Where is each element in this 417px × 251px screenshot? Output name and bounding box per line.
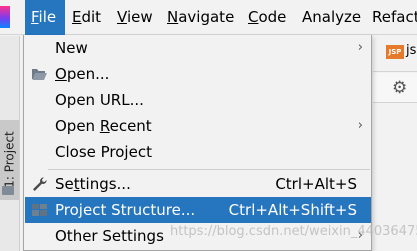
- menu-item-new[interactable]: New ›: [25, 35, 371, 61]
- shortcut-label: Ctrl+Alt+Shift+S: [228, 201, 357, 219]
- wrench-icon: [31, 176, 48, 192]
- menu-item-open-url[interactable]: Open URL...: [25, 87, 371, 113]
- gear-icon[interactable]: ⚙: [392, 78, 407, 98]
- editor-tab-label[interactable]: js: [406, 43, 416, 58]
- folder-open-icon: [31, 66, 48, 82]
- menu-refactor[interactable]: Refact: [372, 0, 417, 35]
- file-menu-dropdown: New › Open... Open URL... Open Recent › …: [23, 35, 372, 251]
- project-structure-icon: [31, 202, 48, 218]
- menu-bar: File Edit View Navigate Code Analyze Ref…: [0, 0, 417, 35]
- intellij-app-icon: [0, 6, 10, 28]
- menu-separator: [48, 169, 370, 170]
- menu-view[interactable]: View: [117, 0, 153, 35]
- chevron-right-icon: ›: [357, 40, 363, 55]
- menu-edit[interactable]: Edit: [72, 0, 101, 35]
- jsp-file-icon: JSP: [386, 45, 404, 59]
- menu-item-open-recent[interactable]: Open Recent ›: [25, 113, 371, 139]
- menu-code[interactable]: Code: [248, 0, 286, 35]
- left-tool-stripe: 1: Project: [0, 36, 20, 251]
- shortcut-label: Ctrl+Alt+S: [275, 175, 357, 193]
- watermark: https://blog.csdn.net/weixin_44036475: [170, 224, 417, 239]
- chevron-right-icon: ›: [357, 118, 363, 133]
- folder-icon: [2, 186, 14, 195]
- menu-file[interactable]: File: [25, 0, 65, 35]
- menu-item-open[interactable]: Open...: [25, 61, 371, 87]
- menu-item-settings[interactable]: Settings... Ctrl+Alt+S: [25, 171, 371, 197]
- menu-analyze[interactable]: Analyze: [302, 0, 361, 35]
- menu-navigate[interactable]: Navigate: [167, 0, 234, 35]
- menu-item-close-project[interactable]: Close Project: [25, 139, 371, 165]
- menu-item-project-structure[interactable]: Project Structure... Ctrl+Alt+Shift+S: [25, 197, 371, 223]
